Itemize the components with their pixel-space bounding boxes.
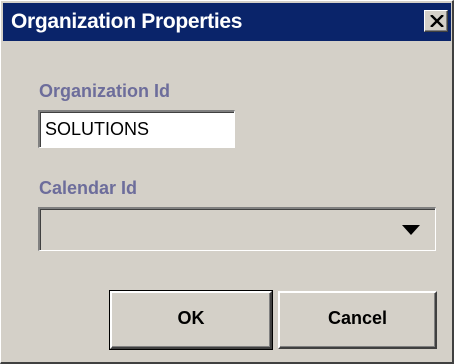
window-title: Organization Properties — [11, 10, 243, 33]
calendar-id-label: Calendar Id — [39, 178, 138, 198]
calendar-id-dropdown[interactable] — [38, 207, 436, 251]
chevron-down-icon[interactable] — [402, 225, 420, 235]
organization-id-input[interactable] — [38, 110, 235, 148]
ok-button[interactable]: OK — [109, 290, 273, 350]
title-bar[interactable]: Organization Properties — [3, 3, 451, 41]
close-icon — [430, 15, 444, 27]
close-button[interactable] — [424, 10, 448, 32]
organization-id-label: Organization Id — [39, 81, 171, 101]
dialog-window: Organization Properties Organization Id … — [0, 0, 454, 364]
cancel-button[interactable]: Cancel — [278, 291, 437, 349]
